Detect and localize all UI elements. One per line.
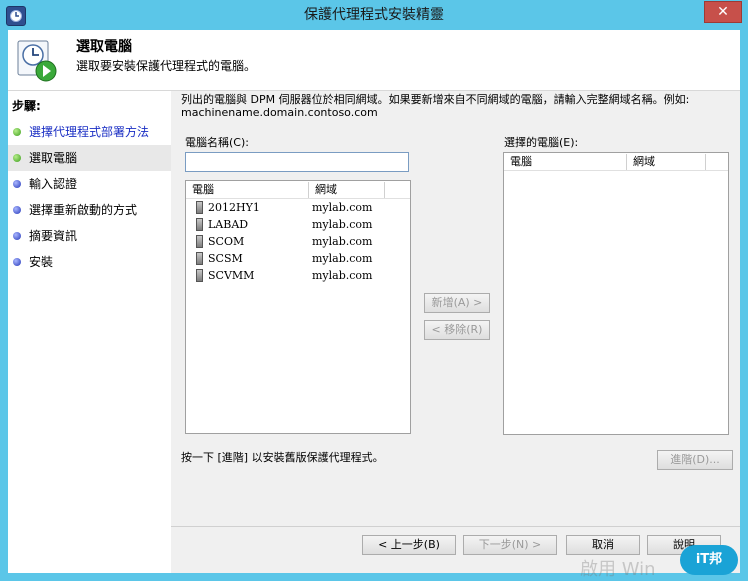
server-icon — [196, 252, 203, 265]
list-item[interactable]: SCOM mylab.com — [186, 233, 410, 250]
step-status-complete-icon — [13, 154, 21, 162]
description-text: 列出的電腦與 DPM 伺服器位於相同網域。如果要新增來自不同網域的電腦，請輸入完… — [181, 93, 690, 119]
steps-panel: 步驟: 選擇代理程式部署方法 選取電腦 輸入認證 選擇重新啟動的方式 摘要資訊 … — [8, 91, 171, 573]
computer-domain: mylab.com — [312, 269, 373, 282]
step-status-pending-icon — [13, 206, 21, 214]
step-status-pending-icon — [13, 180, 21, 188]
step-status-pending-icon — [13, 232, 21, 240]
step-label: 選擇代理程式部署方法 — [29, 125, 150, 139]
add-button[interactable]: 新增(A) > — [424, 293, 490, 313]
column-header-computer[interactable]: 電腦 — [504, 154, 627, 170]
server-icon — [196, 218, 203, 231]
computer-domain: mylab.com — [312, 252, 373, 265]
wizard-header: 選取電腦 選取要安裝保護代理程式的電腦。 — [8, 30, 740, 91]
server-icon — [196, 235, 203, 248]
next-button[interactable]: 下一步(N) > — [463, 535, 557, 555]
back-button[interactable]: < 上一步(B) — [362, 535, 456, 555]
close-icon: ✕ — [717, 4, 729, 20]
computer-name: LABAD — [208, 218, 249, 231]
step-status-complete-icon — [13, 128, 21, 136]
computer-name: SCSM — [208, 252, 243, 265]
page-title: 選取電腦 — [76, 39, 132, 55]
list-item[interactable]: 2012HY1 mylab.com — [186, 199, 410, 216]
step-label: 選擇重新啟動的方式 — [29, 203, 138, 217]
remove-button[interactable]: < 移除(R) — [424, 320, 490, 340]
title-bar: 保護代理程式安裝精靈 ✕ — [0, 0, 748, 30]
close-button[interactable]: ✕ — [704, 1, 742, 23]
steps-title: 步驟: — [12, 99, 41, 113]
content-panel: 列出的電腦與 DPM 伺服器位於相同網域。如果要新增來自不同網域的電腦，請輸入完… — [171, 91, 740, 573]
column-header-domain[interactable]: 網域 — [309, 182, 385, 198]
computer-name: SCOM — [208, 235, 245, 248]
list-item[interactable]: LABAD mylab.com — [186, 216, 410, 233]
column-header-domain[interactable]: 網域 — [627, 154, 706, 170]
computer-domain: mylab.com — [312, 201, 373, 214]
step-credentials[interactable]: 輸入認證 — [8, 171, 171, 197]
computer-domain: mylab.com — [312, 218, 373, 231]
selected-computers-list[interactable]: 電腦 網域 — [503, 152, 729, 435]
list-item[interactable]: SCSM mylab.com — [186, 250, 410, 267]
cancel-button[interactable]: 取消 — [566, 535, 640, 555]
step-select-computers[interactable]: 選取電腦 — [8, 145, 171, 171]
available-computers-list[interactable]: 電腦 網域 2012HY1 mylab.com LABAD mylab.com … — [185, 180, 411, 434]
advanced-button[interactable]: 進階(D)... — [657, 450, 733, 470]
computer-domain: mylab.com — [312, 235, 373, 248]
step-summary[interactable]: 摘要資訊 — [8, 223, 171, 249]
page-subtitle: 選取要安裝保護代理程式的電腦。 — [76, 59, 257, 73]
computer-name: 2012HY1 — [208, 201, 260, 214]
activation-watermark: 啟用 Win — [580, 559, 656, 580]
step-label: 摘要資訊 — [29, 229, 78, 243]
computer-name-input[interactable] — [185, 152, 409, 172]
step-label: 輸入認證 — [29, 177, 78, 191]
computer-name-label: 電腦名稱(C): — [185, 136, 249, 149]
server-icon — [196, 201, 203, 214]
step-label: 選取電腦 — [29, 151, 78, 165]
step-restart-method[interactable]: 選擇重新啟動的方式 — [8, 197, 171, 223]
selected-computers-label: 選擇的電腦(E): — [504, 136, 579, 149]
column-header-computer[interactable]: 電腦 — [186, 182, 309, 198]
ithome-badge-logo: iT邦 — [680, 545, 738, 575]
advanced-hint-text: 按一下 [進階] 以安裝舊版保護代理程式。 — [181, 451, 384, 464]
list-item[interactable]: SCVMM mylab.com — [186, 267, 410, 284]
step-status-pending-icon — [13, 258, 21, 266]
step-label: 安裝 — [29, 255, 54, 269]
computer-name: SCVMM — [208, 269, 255, 282]
server-icon — [196, 269, 203, 282]
step-deployment-method[interactable]: 選擇代理程式部署方法 — [8, 119, 171, 145]
window-title: 保護代理程式安裝精靈 — [304, 7, 444, 23]
computer-clock-icon — [17, 40, 57, 82]
wizard-window: 選取電腦 選取要安裝保護代理程式的電腦。 步驟: 選擇代理程式部署方法 選取電腦… — [8, 30, 740, 573]
step-install[interactable]: 安裝 — [8, 249, 171, 275]
